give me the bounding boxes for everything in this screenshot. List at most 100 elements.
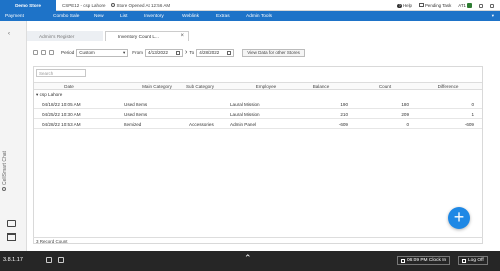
period-select[interactable]: Custom ▾: [76, 48, 129, 57]
tab-admins-register[interactable]: Admin's Register: [27, 31, 103, 41]
main-nav: Payment Combo Sale New List Inventory We…: [0, 11, 500, 21]
inventory-count-grid: Search Date Main Category Sub Category E…: [33, 66, 483, 244]
cell-count: 180: [401, 102, 409, 107]
record-count: 3 Record Count: [33, 237, 483, 245]
from-date-field[interactable]: 4/13/2022: [145, 48, 183, 57]
pending-task-label: Pending Task: [424, 3, 452, 8]
help-icon: ?: [397, 3, 402, 9]
from-label: From: [132, 50, 143, 55]
add-button[interactable]: +: [448, 207, 470, 229]
store-name-badge[interactable]: Demo Store: [0, 0, 56, 11]
from-date-value: 4/13/2022: [148, 50, 169, 55]
chat-label: CellSmart Chat: [2, 151, 8, 185]
view-other-stores-button[interactable]: View Data for other Stores: [242, 48, 305, 57]
left-rail: ‹ CellSmart Chat: [0, 21, 27, 251]
cell-difference: 0: [471, 102, 474, 107]
cell-date: 04/28/22 10:53 AM: [42, 122, 81, 127]
chat-toggle[interactable]: CellSmart Chat: [2, 151, 8, 191]
group-label: csp Lahore: [39, 92, 63, 97]
cell-employee: Laural Mission: [230, 102, 260, 107]
cell-date: 04/18/22 10:05 AM: [42, 102, 81, 107]
settings-icon[interactable]: [479, 3, 483, 8]
sync-icon[interactable]: [58, 257, 64, 263]
user-menu[interactable]: AT1: [458, 2, 472, 9]
col-employee[interactable]: Employee: [246, 84, 286, 89]
avatar: [467, 3, 472, 9]
col-balance[interactable]: Balance: [306, 84, 336, 89]
help-link[interactable]: ? Help: [397, 3, 412, 9]
to-label: To: [189, 50, 195, 55]
calendar-icon[interactable]: [227, 50, 232, 55]
table-row[interactable]: 04/25/22 10:30 AM Used Items Laural Miss…: [34, 110, 482, 119]
cell-main-category: Used Items: [124, 102, 148, 107]
store-info-label: CSPE12 - csp Lahore: [62, 2, 106, 8]
group-row-store[interactable]: ▾ csp Lahore: [36, 92, 62, 98]
top-bar: Demo Store CSPE12 - csp Lahore Store Ope…: [0, 0, 500, 11]
tab-inventory-count[interactable]: Inventory Count L... ×: [105, 31, 189, 41]
cell-main-category: Used Items: [124, 112, 148, 117]
cell-balance: 190: [340, 102, 348, 107]
col-date[interactable]: Date: [54, 84, 84, 89]
task-icon: [418, 3, 424, 7]
nav-inventory[interactable]: Inventory: [144, 14, 164, 19]
version-label: 3.8.1.17: [3, 257, 23, 263]
to-date-field[interactable]: 4/28/2022: [196, 48, 235, 57]
filter-toolbar: Period Custom ▾ From 4/13/2022 › To 4/28…: [33, 47, 483, 58]
tab-label: Inventory Count L...: [118, 34, 159, 39]
log-off-label: Log Off: [468, 258, 484, 263]
cell-count: 0: [406, 122, 409, 127]
nav-combo-sale[interactable]: Combo Sale: [53, 14, 79, 19]
store-status: Store Opened At 12:56 AM: [116, 2, 171, 8]
clock-in-button[interactable]: 06:09 PM Clock In: [397, 256, 451, 265]
filter-icon[interactable]: [49, 50, 54, 55]
clock-in-label: 06:09 PM Clock In: [407, 258, 447, 263]
clock-icon: [401, 258, 405, 263]
nav-new[interactable]: New: [94, 14, 104, 19]
chevron-left-icon[interactable]: ‹: [8, 31, 10, 37]
nav-payment[interactable]: Payment: [5, 14, 24, 19]
print-icon[interactable]: [33, 50, 38, 55]
window-icon[interactable]: [490, 3, 494, 8]
nav-list[interactable]: List: [120, 14, 127, 19]
log-off-button[interactable]: Log Off: [458, 256, 488, 265]
cell-employee: Laural Mission: [230, 112, 260, 117]
period-value: Custom: [79, 50, 95, 55]
nav-weblink[interactable]: Weblink: [182, 14, 199, 19]
pending-task-link[interactable]: Pending Task: [418, 3, 452, 8]
cell-count: 209: [401, 112, 409, 117]
chevron-right-icon: ›: [185, 49, 188, 56]
top-right-tools: ? Help Pending Task AT1: [397, 0, 494, 11]
cell-date: 04/25/22 10:30 AM: [42, 112, 81, 117]
nav-extras[interactable]: Extras: [216, 14, 230, 19]
col-difference[interactable]: Difference: [429, 84, 467, 89]
search-input[interactable]: Search: [36, 69, 86, 77]
cell-difference: -609: [464, 122, 474, 127]
chevron-down-icon: ▾: [123, 49, 126, 55]
bottom-bar: 3.8.1.17 ⌃ 06:09 PM Clock In Log Off: [0, 251, 500, 271]
col-sub-category[interactable]: Sub Category: [174, 84, 226, 89]
cell-balance: -609: [338, 122, 348, 127]
close-icon[interactable]: ×: [180, 33, 184, 39]
network-icon[interactable]: [46, 257, 52, 263]
clock-icon: [110, 3, 115, 7]
chevron-up-icon[interactable]: ⌃: [244, 253, 252, 264]
store-icon[interactable]: [7, 233, 16, 241]
cell-employee: Admin Panel: [230, 122, 257, 127]
logout-icon: [462, 258, 466, 263]
cell-sub-category: Accessories: [189, 122, 214, 127]
chevron-down-icon[interactable]: ▾: [492, 13, 494, 19]
tab-strip: Admin's Register Inventory Count L... ×: [27, 31, 487, 41]
table-row[interactable]: 04/18/22 10:05 AM Used Items Laural Miss…: [34, 100, 482, 109]
nav-admin-tools[interactable]: Admin Tools: [246, 14, 272, 19]
table-row[interactable]: 04/28/22 10:53 AM Itemized Accessories A…: [34, 120, 482, 129]
register-icon[interactable]: [7, 220, 16, 227]
user-short-label: AT1: [458, 2, 466, 8]
help-label: Help: [402, 2, 412, 8]
grid-header: Date Main Category Sub Category Employee…: [34, 82, 482, 90]
chat-icon: [2, 187, 6, 191]
col-count[interactable]: Count: [370, 84, 400, 89]
calendar-icon[interactable]: [176, 50, 180, 55]
to-date-value: 4/28/2022: [199, 50, 220, 55]
cell-difference: 1: [471, 112, 474, 117]
export-icon[interactable]: [41, 50, 46, 55]
